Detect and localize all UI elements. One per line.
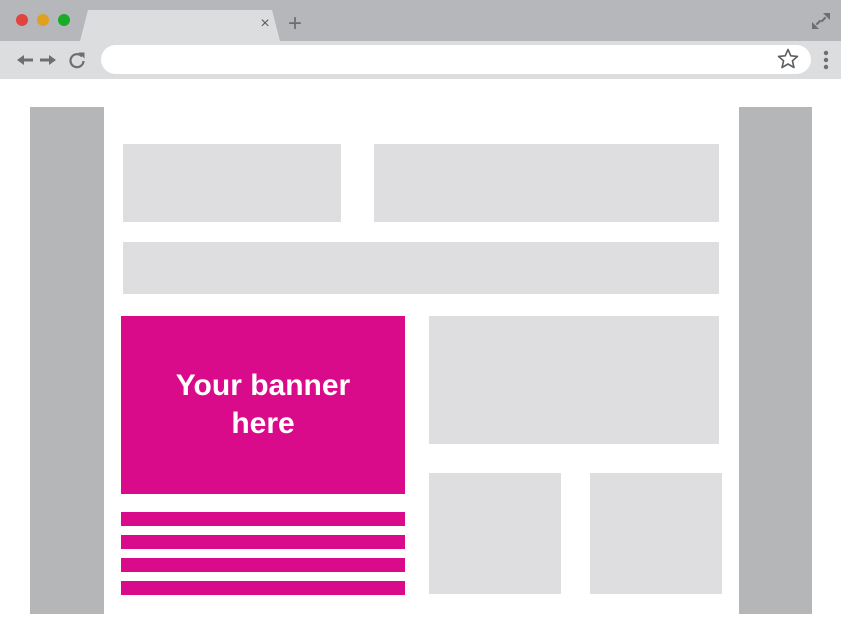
minimize-window-button[interactable]	[37, 14, 49, 26]
zoom-window-button[interactable]	[58, 14, 70, 26]
right-sidebar	[739, 107, 812, 614]
close-window-button[interactable]	[16, 14, 28, 26]
banner-stripe	[121, 535, 405, 549]
browser-window: × + Your banner here	[0, 0, 841, 633]
placeholder-block-top-left	[123, 144, 341, 222]
close-tab-icon[interactable]: ×	[258, 15, 272, 33]
kebab-menu-icon[interactable]	[818, 49, 834, 71]
banner-stripe	[121, 558, 405, 572]
banner-stripe	[121, 581, 405, 595]
title-bar: × +	[0, 0, 841, 41]
placeholder-block-mid-right	[429, 316, 719, 444]
browser-tab[interactable]	[80, 10, 280, 41]
address-bar[interactable]	[101, 45, 811, 74]
left-sidebar	[30, 107, 104, 614]
banner-text: Your banner here	[175, 369, 351, 440]
new-tab-icon[interactable]: +	[285, 12, 305, 36]
placeholder-block-bottom-left	[429, 473, 561, 594]
bookmark-star-icon[interactable]	[776, 47, 800, 71]
placeholder-block-wide	[123, 242, 719, 294]
placeholder-block-bottom-right	[590, 473, 722, 594]
banner-stripe	[121, 512, 405, 526]
browser-toolbar	[0, 41, 841, 79]
reload-icon[interactable]	[67, 50, 87, 70]
forward-arrow-icon[interactable]	[38, 50, 58, 70]
placeholder-block-top-right	[374, 144, 719, 222]
fullscreen-icon[interactable]	[810, 10, 832, 32]
back-arrow-icon[interactable]	[15, 50, 35, 70]
ad-banner[interactable]: Your banner here	[121, 316, 405, 494]
page-viewport: Your banner here	[0, 79, 841, 633]
